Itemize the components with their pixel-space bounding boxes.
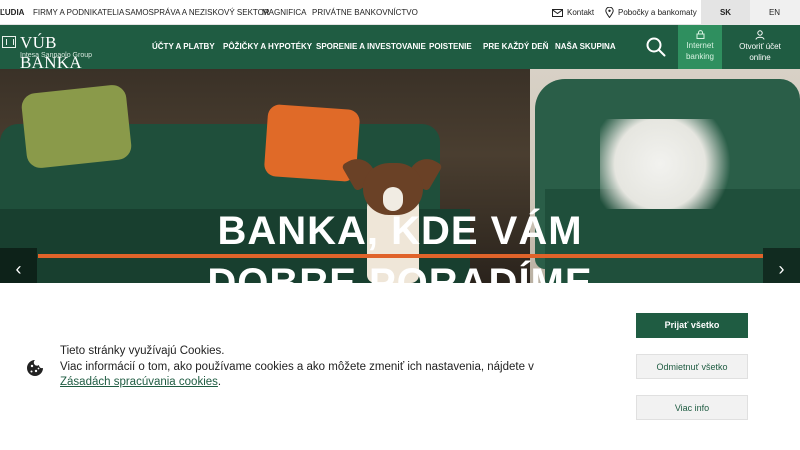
- cookie-banner: Tieto stránky využívajú Cookies. Viac in…: [0, 283, 800, 450]
- internet-banking-line2: banking: [685, 52, 715, 61]
- bank-building-icon: [2, 36, 16, 48]
- hero-title: BANKA, KDE VÁM DOBRE PORADÍME: [0, 205, 800, 283]
- nav-sporenie-a-investovanie[interactable]: SPORENIE A INVESTOVANIE: [316, 25, 426, 69]
- segment-privatne-bankovnictvo[interactable]: PRIVÁTNE BANKOVNÍCTVO: [312, 0, 418, 25]
- open-account-online-button[interactable]: Otvoriť účet online: [730, 25, 790, 69]
- cookie-policy-link[interactable]: Zásadách spracúvania cookies: [60, 376, 218, 388]
- person-icon: [755, 30, 765, 40]
- internet-banking-line1: Internet: [686, 41, 714, 50]
- hero-title-line1: BANKA, KDE VÁM: [217, 209, 583, 253]
- top-segment-bar: ĽUDIA FIRMY A PODNIKATELIA SAMOSPRÁVA A …: [0, 0, 800, 25]
- hero-carousel: BANKA, KDE VÁM DOBRE PORADÍME: [0, 69, 800, 283]
- chevron-right-icon: ›: [778, 259, 785, 279]
- nav-pre-kazdy-den[interactable]: PRE KAŽDÝ DEŇ: [483, 25, 548, 69]
- branches-link[interactable]: Pobočky a bankomaty: [605, 0, 697, 25]
- language-sk[interactable]: SK: [701, 0, 750, 25]
- segment-samosprava[interactable]: SAMOSPRÁVA A NEZISKOVÝ SEKTOR: [125, 0, 270, 25]
- cookie-icon: [27, 360, 43, 376]
- nav-ucty-a-platby[interactable]: ÚČTY A PLATBY: [152, 25, 215, 69]
- cookie-line2-prefix: Viac informácií o tom, ako používame coo…: [60, 360, 534, 373]
- mail-icon: [552, 8, 563, 17]
- internet-banking-button[interactable]: Internet banking: [678, 25, 722, 69]
- language-en[interactable]: EN: [750, 0, 799, 25]
- cookie-line1: Tieto stránky využívajú Cookies.: [60, 345, 225, 357]
- nav-nasa-skupina[interactable]: NAŠA SKUPINA: [555, 25, 616, 69]
- more-info-button[interactable]: Viac info: [636, 395, 748, 420]
- location-pin-icon: [605, 7, 614, 18]
- hero-torn-stuffing: [600, 119, 750, 209]
- segment-firmy[interactable]: FIRMY A PODNIKATELIA: [33, 0, 124, 25]
- hero-title-line2: DOBRE PORADÍME: [207, 261, 593, 283]
- cookie-line2-suffix: .: [217, 376, 222, 388]
- nav-pozicky-a-hypoteky[interactable]: PÔŽIČKY A HYPOTÉKY: [223, 25, 312, 69]
- open-account-line1: Otvoriť účet: [739, 42, 781, 51]
- open-account-line2: online: [749, 53, 771, 62]
- nav-poistenie[interactable]: POISTENIE: [429, 25, 472, 69]
- vub-logo[interactable]: VÚB BANKA Intesa Sanpaolo Group: [0, 33, 115, 72]
- branches-label: Pobočky a bankomaty: [618, 8, 697, 17]
- chevron-left-icon: ‹: [15, 259, 22, 279]
- contact-label: Kontakt: [567, 8, 595, 17]
- accept-all-button[interactable]: Prijať všetko: [636, 313, 748, 338]
- search-icon[interactable]: [645, 36, 667, 58]
- contact-link[interactable]: Kontakt: [552, 0, 594, 25]
- logo-subtitle: Intesa Sanpaolo Group: [20, 52, 92, 59]
- segment-magnifica[interactable]: MAGNIFICA: [262, 0, 306, 25]
- segment-ludia[interactable]: ĽUDIA: [0, 0, 24, 25]
- cookie-message: Tieto stránky využívajú Cookies. Viac in…: [60, 344, 580, 391]
- reject-all-button[interactable]: Odmietnuť všetko: [636, 354, 748, 379]
- hero-green-pillow: [20, 83, 133, 170]
- lock-icon: [696, 30, 704, 39]
